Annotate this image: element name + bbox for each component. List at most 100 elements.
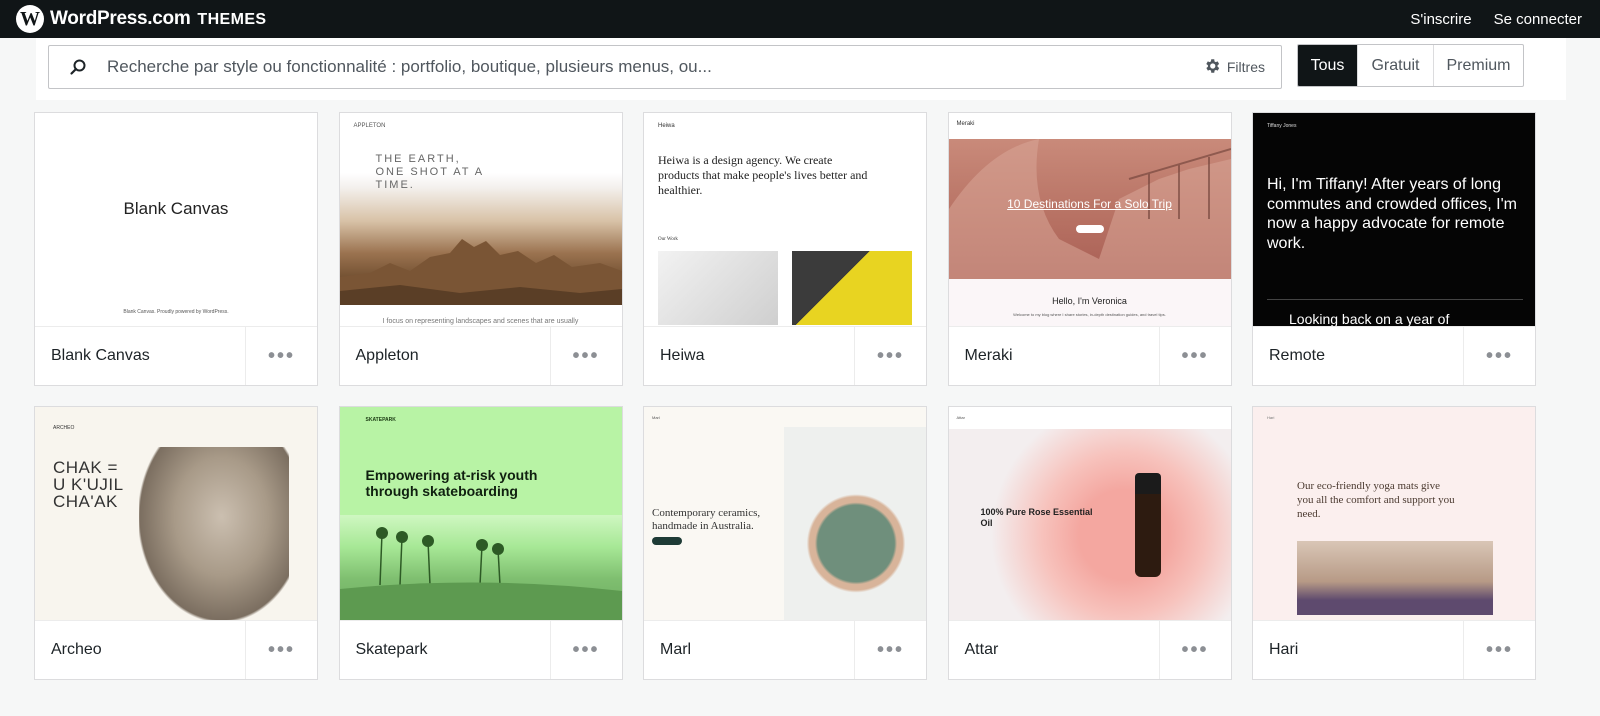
- more-options-icon[interactable]: •••: [549, 621, 622, 679]
- preview-headline: 10 Destinations For a Solo Trip: [1007, 197, 1172, 211]
- card-footer: Skatepark •••: [340, 621, 622, 679]
- preview-nav: Attar: [956, 415, 965, 420]
- preview-hero: 100% Pure Rose Essential Oil: [980, 507, 1093, 528]
- card-footer: Archeo •••: [35, 621, 317, 679]
- brand-name: WordPress.com: [50, 8, 191, 29]
- preview-section-label: Our Work: [658, 237, 678, 242]
- theme-card[interactable]: SKATEPARK Empowering at-risk youth throu…: [338, 406, 623, 680]
- desert-rocks-image: [339, 239, 622, 305]
- theme-name[interactable]: Meraki: [949, 347, 1159, 365]
- theme-card[interactable]: ARCHEO CHAK = U K'UJIL CHA'AK Archeo •••: [34, 406, 318, 680]
- preview-caption: I focus on representing landscapes and s…: [382, 318, 579, 325]
- yoga-image: [1297, 541, 1493, 615]
- card-footer: Hari •••: [1253, 621, 1535, 679]
- theme-preview[interactable]: Meraki 10 Destinations For a Solo Trip H…: [948, 113, 1231, 327]
- theme-preview[interactable]: Marl Contemporary ceramics, handmade in …: [644, 407, 926, 621]
- preview-hello: Hello, I'm Veronica: [1052, 296, 1127, 306]
- more-options-icon[interactable]: •••: [245, 327, 317, 385]
- preview-hero: Empowering at-risk youth through skatebo…: [365, 467, 538, 499]
- preview-nav: SKATEPARK: [365, 417, 396, 423]
- filters-button[interactable]: Filtres: [1203, 57, 1265, 78]
- search-panel: Filtres Tous Gratuit Premium: [36, 38, 1566, 100]
- more-options-icon[interactable]: •••: [549, 327, 622, 385]
- more-options-icon[interactable]: •••: [1158, 621, 1231, 679]
- preview-nav: Heiwa: [658, 123, 675, 129]
- tier-free-tab[interactable]: Gratuit: [1357, 45, 1433, 86]
- preview-nav: Hari: [1267, 415, 1275, 420]
- theme-preview[interactable]: Attar 100% Pure Rose Essential Oil: [948, 407, 1231, 621]
- theme-name[interactable]: Heiwa: [644, 347, 854, 365]
- account-links: S'inscrire Se connecter: [1410, 11, 1582, 28]
- preview-hero: THE EARTH, ONE SHOT AT A TIME.: [375, 153, 484, 191]
- theme-card[interactable]: Tiffany Jones Hi, I'm Tiffany! After yea…: [1252, 112, 1536, 386]
- signup-link[interactable]: S'inscrire: [1410, 11, 1471, 28]
- more-options-icon[interactable]: •••: [1463, 327, 1535, 385]
- card-footer: Appleton •••: [340, 327, 622, 385]
- card-footer: Marl •••: [644, 621, 926, 679]
- more-options-icon[interactable]: •••: [1158, 327, 1231, 385]
- oil-bottle-image: [1134, 473, 1161, 577]
- theme-preview[interactable]: Blank Canvas Blank Canvas. Proudly power…: [35, 113, 317, 327]
- theme-card[interactable]: Hari Our eco-friendly yoga mats give you…: [1252, 406, 1536, 680]
- tier-premium-tab[interactable]: Premium: [1433, 45, 1523, 86]
- theme-name[interactable]: Remote: [1253, 347, 1463, 365]
- filters-label: Filtres: [1226, 59, 1265, 75]
- preview-nav: APPLETON: [353, 123, 386, 129]
- card-footer: Blank Canvas •••: [35, 327, 317, 385]
- card-footer: Attar •••: [949, 621, 1231, 679]
- preview-shop-button: [652, 537, 682, 545]
- preview-hero: Our eco-friendly yoga mats give you all …: [1297, 480, 1455, 520]
- preview-divider: [1267, 299, 1523, 300]
- theme-card[interactable]: Blank Canvas Blank Canvas. Proudly power…: [34, 112, 318, 386]
- tier-filter: Tous Gratuit Premium: [1297, 44, 1524, 87]
- search-box: Filtres: [48, 45, 1282, 89]
- theme-card[interactable]: APPLETON THE EARTH, ONE SHOT AT A TIME. …: [338, 112, 623, 386]
- brand[interactable]: W WordPress.com THEMES: [16, 5, 267, 33]
- card-footer: Heiwa •••: [644, 327, 926, 385]
- theme-name[interactable]: Attar: [949, 641, 1159, 659]
- theme-name[interactable]: Hari: [1253, 641, 1463, 659]
- preview-title: Blank Canvas: [123, 199, 229, 218]
- more-options-icon[interactable]: •••: [854, 327, 926, 385]
- notebook-image: [658, 251, 778, 325]
- theme-name[interactable]: Skatepark: [340, 641, 550, 659]
- magazine-image: [792, 251, 912, 325]
- wordpress-logo-icon: W: [16, 5, 44, 33]
- preview-hero: Heiwa is a design agency. We create prod…: [658, 153, 868, 197]
- theme-preview[interactable]: ARCHEO CHAK = U K'UJIL CHA'AK: [35, 407, 317, 621]
- theme-card[interactable]: Heiwa Heiwa is a design agency. We creat…: [643, 112, 927, 386]
- theme-preview[interactable]: SKATEPARK Empowering at-risk youth throu…: [339, 407, 622, 621]
- search-icon[interactable]: [49, 58, 107, 76]
- preview-nav: Meraki: [956, 121, 975, 127]
- card-footer: Remote •••: [1253, 327, 1535, 385]
- more-options-icon[interactable]: •••: [854, 621, 926, 679]
- palm-trees-shape: [339, 527, 622, 620]
- preview-next-title: Looking back on a year of: [1289, 311, 1450, 327]
- preview-hero: CHAK = U K'UJIL CHA'AK: [53, 458, 123, 511]
- preview-hero: Contemporary ceramics, handmade in Austr…: [652, 507, 761, 532]
- theme-preview[interactable]: Tiffany Jones Hi, I'm Tiffany! After yea…: [1253, 113, 1535, 327]
- theme-card[interactable]: Meraki 10 Destinations For a Solo Trip H…: [947, 112, 1232, 386]
- theme-name[interactable]: Marl: [644, 641, 854, 659]
- preview-nav: Tiffany Jones: [1267, 123, 1297, 129]
- theme-name[interactable]: Archeo: [35, 641, 245, 659]
- login-link[interactable]: Se connecter: [1494, 11, 1582, 28]
- theme-card[interactable]: Marl Contemporary ceramics, handmade in …: [643, 406, 927, 680]
- theme-preview[interactable]: Hari Our eco-friendly yoga mats give you…: [1253, 407, 1535, 621]
- theme-preview[interactable]: APPLETON THE EARTH, ONE SHOT AT A TIME. …: [339, 113, 622, 327]
- theme-card[interactable]: Attar 100% Pure Rose Essential Oil Attar…: [947, 406, 1232, 680]
- theme-preview[interactable]: Heiwa Heiwa is a design agency. We creat…: [644, 113, 926, 327]
- card-footer: Meraki •••: [949, 327, 1231, 385]
- theme-name[interactable]: Blank Canvas: [35, 347, 245, 365]
- preview-footer: Blank Canvas. Proudly powered by WordPre…: [123, 309, 229, 315]
- search-input[interactable]: [107, 57, 1203, 77]
- more-options-icon[interactable]: •••: [245, 621, 317, 679]
- tier-all-tab[interactable]: Tous: [1298, 45, 1357, 86]
- section-label: THEMES: [197, 11, 267, 28]
- more-options-icon[interactable]: •••: [1463, 621, 1535, 679]
- gear-icon: [1203, 57, 1221, 78]
- skatepark-image: [339, 515, 622, 620]
- top-bar: W WordPress.com THEMES S'inscrire Se con…: [0, 0, 1600, 38]
- stone-sculpture-image: [139, 447, 289, 620]
- theme-name[interactable]: Appleton: [340, 347, 550, 365]
